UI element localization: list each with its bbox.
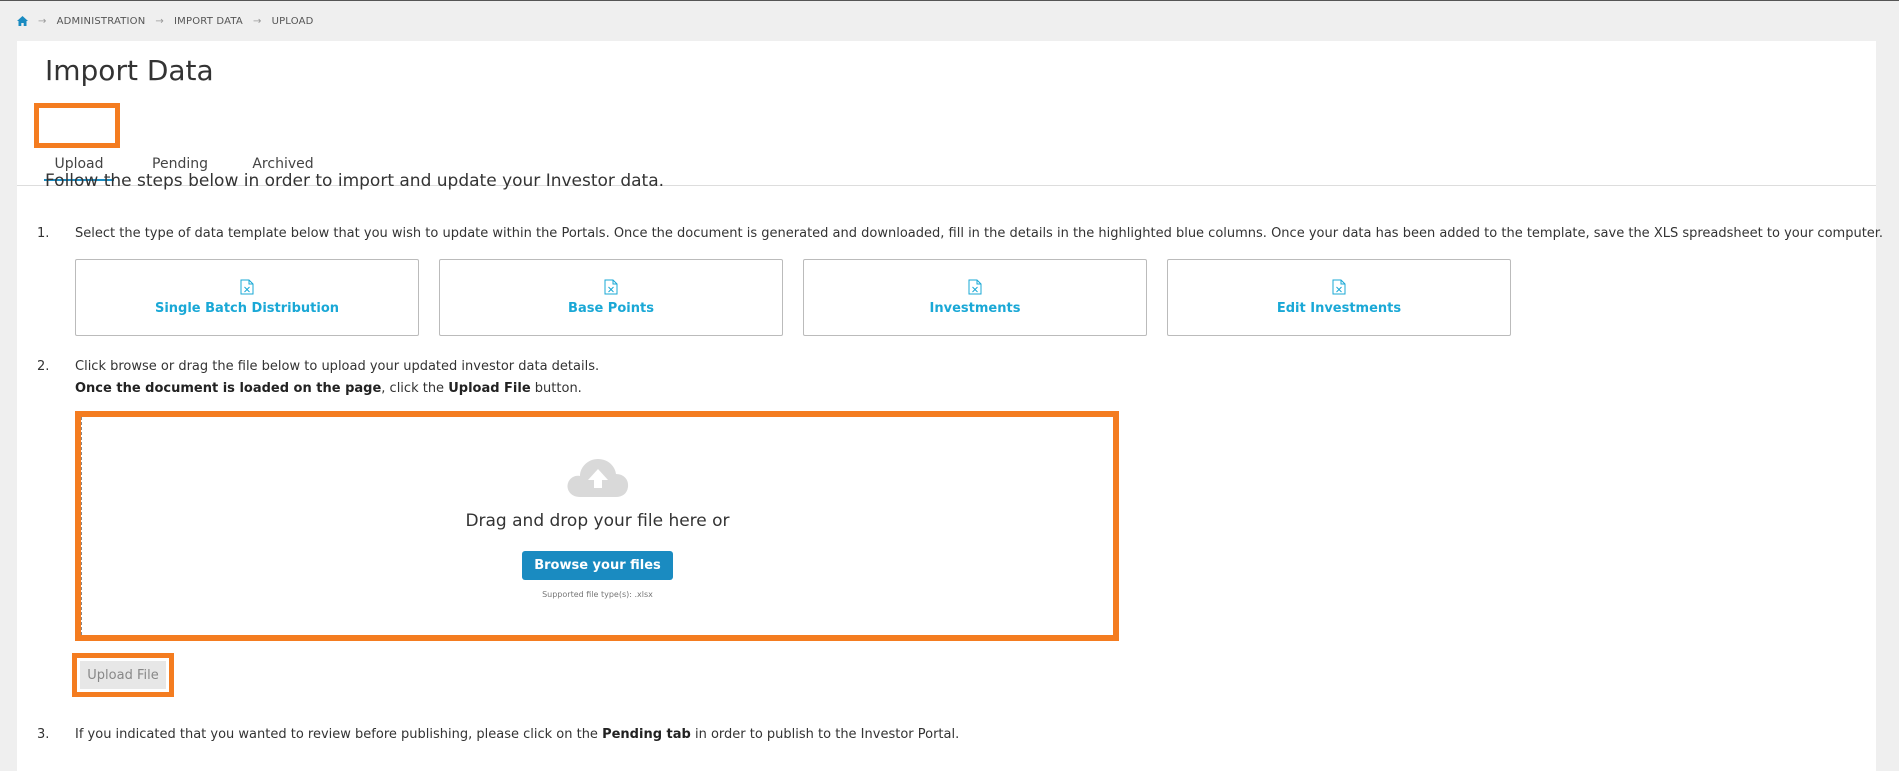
- excel-file-icon: [1332, 279, 1346, 295]
- supported-file-types: Supported file type(s): .xlsx: [542, 590, 653, 599]
- breadcrumb-upload: UPLOAD: [271, 15, 314, 27]
- home-icon[interactable]: [17, 16, 28, 26]
- template-investments[interactable]: Investments: [803, 259, 1147, 336]
- step-3-text: If you indicated that you wanted to revi…: [75, 727, 959, 742]
- template-single-batch-distribution[interactable]: Single Batch Distribution: [75, 259, 419, 336]
- step-3-post: in order to publish to the Investor Port…: [690, 727, 960, 742]
- tab-archived-label: Archived: [252, 156, 314, 172]
- dropzone-text: Drag and drop your file here or: [465, 511, 730, 531]
- template-label: Edit Investments: [1276, 301, 1402, 316]
- browse-files-button[interactable]: Browse your files: [522, 551, 673, 580]
- page-title: Import Data: [45, 54, 214, 87]
- top-border: [0, 0, 1899, 1]
- step-1-text: Select the type of data template below t…: [75, 226, 1884, 241]
- dropzone-content: Drag and drop your file here or Browse y…: [81, 417, 1113, 635]
- step-2-instruction: Once the document is loaded on the page,…: [75, 381, 582, 396]
- arrow-right-icon: →: [252, 15, 262, 27]
- cloud-upload-icon: [567, 459, 628, 497]
- arrow-right-icon: →: [38, 15, 47, 27]
- upload-file-button[interactable]: Upload File: [80, 661, 166, 689]
- breadcrumb-administration[interactable]: ADMINISTRATION: [57, 16, 146, 27]
- step-1-number: 1.: [37, 226, 50, 241]
- tab-upload-label: Upload: [54, 156, 104, 172]
- excel-file-icon: [968, 279, 982, 295]
- file-dropzone[interactable]: Drag and drop your file here or Browse y…: [75, 411, 1119, 641]
- template-label: Single Batch Distribution: [154, 301, 340, 316]
- step-3-number: 3.: [37, 727, 50, 742]
- step-2-text: Click browse or drag the file below to u…: [75, 359, 600, 374]
- main-card: Import Data Upload Pending Archived Foll…: [17, 41, 1883, 771]
- step-2-end: button.: [530, 381, 582, 396]
- breadcrumb: → ADMINISTRATION → IMPORT DATA → UPLOAD: [17, 14, 314, 28]
- breadcrumb-import-data[interactable]: IMPORT DATA: [174, 16, 243, 27]
- template-label: Investments: [929, 301, 1021, 316]
- template-label: Base Points: [568, 301, 654, 316]
- step-3-pre: If you indicated that you wanted to revi…: [75, 727, 603, 742]
- step-2-mid: , click the: [381, 381, 449, 396]
- arrow-right-icon: →: [155, 15, 165, 27]
- step-3-pending-tab: Pending tab: [602, 727, 691, 742]
- tab-pending-label: Pending: [152, 156, 208, 172]
- step-2-bold: Once the document is loaded on the page: [75, 381, 382, 396]
- upload-button-highlight: Upload File: [72, 653, 174, 697]
- template-edit-investments[interactable]: Edit Investments: [1167, 259, 1511, 336]
- step-2-number: 2.: [37, 359, 50, 374]
- template-base-points[interactable]: Base Points: [439, 259, 783, 336]
- excel-file-icon: [604, 279, 618, 295]
- intro-text: Follow the steps below in order to impor…: [45, 171, 665, 191]
- step-2-bold-button: Upload File: [448, 381, 531, 396]
- template-list: Single Batch Distribution Base Points In…: [75, 259, 1511, 336]
- excel-file-icon: [240, 279, 254, 295]
